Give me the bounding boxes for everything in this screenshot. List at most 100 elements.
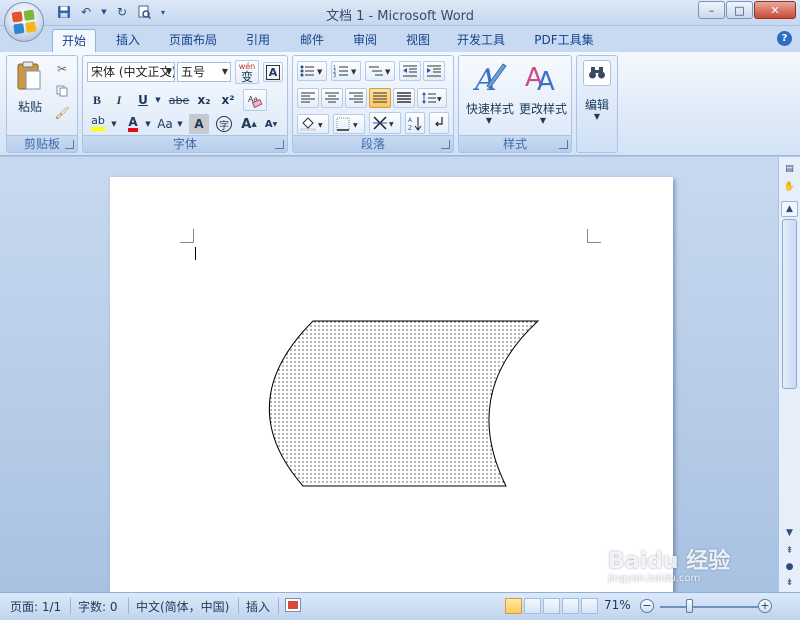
text-highlight-button[interactable]: ab [87, 114, 109, 134]
tab-references[interactable]: 引用 [236, 29, 280, 52]
autoshape-punched-tape[interactable] [110, 177, 673, 592]
tab-insert[interactable]: 插入 [106, 29, 150, 52]
vertical-scrollbar[interactable]: ▤ ✋ ▲ ▼ ⇞ ● ⇟ [778, 157, 800, 592]
hand-icon[interactable]: ✋ [781, 179, 798, 195]
tab-review[interactable]: 审阅 [343, 29, 387, 52]
italic-button[interactable]: I [109, 90, 129, 110]
help-icon[interactable]: ? [777, 31, 792, 46]
paste-button[interactable]: 粘贴 [15, 60, 45, 116]
scroll-up-icon[interactable]: ▲ [781, 201, 798, 217]
numbered-list-icon: 123 ▼ [333, 65, 357, 78]
highlight-dropdown-icon[interactable]: ▼ [109, 114, 119, 134]
font-launcher-icon[interactable] [275, 140, 284, 149]
numbering-button[interactable]: 1 2 3 ▼ [331, 61, 361, 81]
language-indicator[interactable]: 中文(简体，中国) [136, 598, 229, 615]
next-page-icon[interactable]: ⇟ [781, 575, 798, 591]
clear-formatting-button[interactable]: Aa [243, 89, 267, 111]
zoom-out-button[interactable]: − [640, 599, 654, 613]
shrink-font-button[interactable]: A ▼ [261, 114, 281, 134]
word-count[interactable]: 字数: 0 [78, 598, 118, 615]
draft-view-icon[interactable] [581, 598, 598, 614]
styles-launcher-icon[interactable] [559, 140, 568, 149]
maximize-button[interactable]: □ [726, 1, 753, 19]
border-icon: ▼ [336, 117, 358, 131]
title-bar: ↶ ▼ ↻ ▾ 文档 1 - Microsoft Word – □ ✕ [0, 0, 800, 26]
zoom-level[interactable]: 71% [604, 598, 631, 612]
underline-button[interactable]: U [133, 90, 153, 110]
subscript-button[interactable]: x₂ [193, 90, 215, 110]
full-screen-reading-view-icon[interactable] [524, 598, 541, 614]
bullets-button[interactable]: ▼ [297, 61, 327, 81]
strikethrough-button[interactable]: abe [167, 90, 191, 110]
align-center-icon[interactable] [321, 88, 343, 108]
change-case-dropdown-icon[interactable]: ▼ [175, 114, 185, 134]
change-case-button[interactable]: Aa [155, 114, 175, 134]
chinese-layout-button[interactable]: ▼ [369, 112, 401, 134]
zoom-slider-track[interactable] [660, 606, 758, 608]
text-caret [195, 247, 196, 260]
decrease-indent-icon[interactable] [399, 61, 421, 81]
increase-indent-icon[interactable] [423, 61, 445, 81]
macro-recording-icon[interactable] [285, 598, 301, 612]
previous-page-icon[interactable]: ⇞ [781, 543, 798, 559]
enclose-characters-button[interactable]: 字 [213, 114, 235, 134]
tab-developer[interactable]: 开发工具 [450, 29, 512, 52]
phonetic-guide-button[interactable]: wén 变 [235, 60, 259, 84]
change-styles-label: 更改样式 [518, 102, 567, 116]
editing-group[interactable]: 编辑 ▼ [576, 55, 618, 153]
multilevel-list-button[interactable]: ▼ [365, 61, 395, 81]
underline-dropdown-icon[interactable]: ▼ [153, 90, 163, 110]
ruler-toggle-icon[interactable]: ▤ [781, 161, 798, 177]
outline-view-icon[interactable] [562, 598, 579, 614]
line-spacing-icon[interactable]: ▼ [417, 88, 447, 108]
align-left-icon[interactable] [297, 88, 319, 108]
character-border-button[interactable]: A [263, 62, 283, 82]
tab-home[interactable]: 开始 [52, 29, 96, 52]
print-layout-view-icon[interactable] [505, 598, 522, 614]
close-button[interactable]: ✕ [754, 1, 796, 19]
quick-styles-button[interactable]: A 快速样式 ▼ [463, 60, 515, 130]
font-size-combo[interactable]: 五号 ▼ [177, 62, 231, 82]
grow-font-button[interactable]: A ▲ [239, 114, 259, 134]
paragraph-launcher-icon[interactable] [441, 140, 450, 149]
justify-icon[interactable] [369, 88, 391, 108]
bold-button[interactable]: B [87, 90, 107, 110]
font-color-button[interactable]: A [123, 114, 143, 134]
tab-mailings[interactable]: 邮件 [290, 29, 334, 52]
select-browse-object-icon[interactable]: ● [781, 559, 798, 575]
web-layout-view-icon[interactable] [543, 598, 560, 614]
format-painter-icon[interactable]: 🖌 [53, 104, 71, 122]
scroll-down-icon[interactable]: ▼ [781, 525, 798, 541]
sort-icon[interactable]: AZ [405, 112, 425, 134]
font-group: 宋体 (中文正文) ▼ 五号 ▼ wén 变 A B I U ▼ abe x₂ … [82, 55, 288, 153]
insert-mode-indicator[interactable]: 插入 [246, 598, 270, 615]
font-color-dropdown-icon[interactable]: ▼ [143, 114, 153, 134]
show-marks-icon[interactable] [429, 112, 449, 134]
svg-text:▼: ▼ [389, 121, 394, 128]
font-name-combo[interactable]: 宋体 (中文正文) ▼ [87, 62, 175, 82]
tab-pdf-tools[interactable]: PDF工具集 [528, 29, 600, 52]
align-right-icon[interactable] [345, 88, 367, 108]
multilevel-list-icon: ▼ [369, 66, 391, 76]
office-button[interactable] [4, 2, 44, 42]
zoom-slider-knob[interactable] [686, 599, 693, 613]
tab-page-layout[interactable]: 页面布局 [162, 29, 224, 52]
document-page[interactable] [110, 177, 673, 592]
superscript-button[interactable]: x² [217, 90, 239, 110]
scroll-thumb[interactable] [782, 219, 797, 389]
shading-button[interactable]: ▼ [297, 114, 329, 134]
styles-group-label: 样式 [459, 135, 571, 152]
svg-text:▼: ▼ [317, 68, 323, 76]
copy-icon[interactable] [53, 82, 71, 100]
tab-view[interactable]: 视图 [396, 29, 440, 52]
page-count[interactable]: 页面: 1/1 [10, 598, 61, 615]
character-shading-button[interactable]: A [189, 114, 209, 134]
clipboard-launcher-icon[interactable] [65, 140, 74, 149]
borders-button[interactable]: ▼ [333, 114, 365, 134]
cut-icon[interactable]: ✂ [53, 60, 71, 78]
distributed-icon[interactable] [393, 88, 415, 108]
minimize-button[interactable]: – [698, 1, 725, 19]
change-styles-button[interactable]: A A 更改样式 ▼ [517, 60, 569, 130]
ribbon-tabs: 开始 插入 页面布局 引用 邮件 审阅 视图 开发工具 PDF工具集 ? [0, 26, 800, 52]
zoom-in-button[interactable]: + [758, 599, 772, 613]
